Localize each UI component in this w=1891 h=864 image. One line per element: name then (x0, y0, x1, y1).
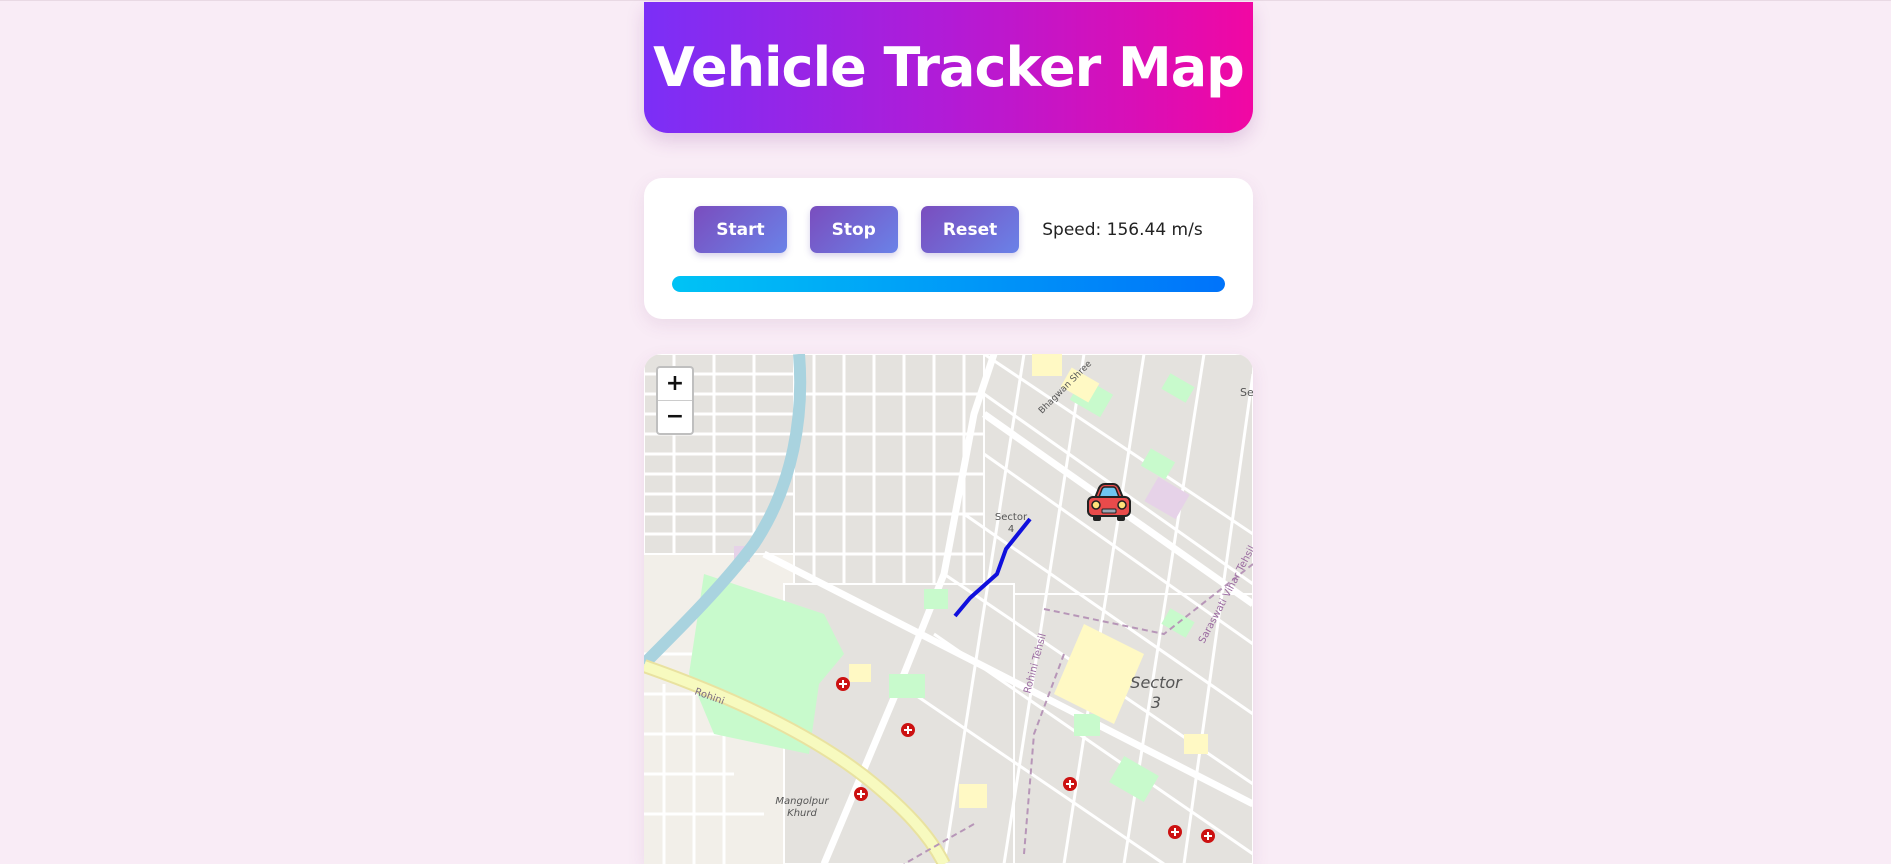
hospital-marker-icon (1063, 777, 1077, 791)
zoom-control: + − (656, 366, 694, 435)
label-sec-edge: Sec (1240, 386, 1253, 399)
label-sector4-line2: 4 (1008, 524, 1014, 535)
zoom-out-button[interactable]: − (658, 400, 692, 433)
progress-bar (672, 276, 1225, 292)
hospital-marker-icon (836, 677, 850, 691)
label-mangolpur-line1: Mangolpur (775, 796, 829, 807)
hospital-marker-icon (1201, 829, 1215, 843)
label-sector3-line2: 3 (1151, 693, 1161, 712)
top-divider (0, 0, 1891, 1)
zoom-in-button[interactable]: + (658, 368, 692, 400)
button-row: Start Stop Reset Speed: 156.44 m/s (644, 206, 1253, 253)
page-title: Vehicle Tracker Map (653, 36, 1245, 99)
map-tiles[interactable]: Sector 4 Sector 3 Sec Bhagwan Shree Rohi… (644, 354, 1253, 864)
hospital-marker-icon (901, 723, 915, 737)
reset-button[interactable]: Reset (920, 206, 1020, 253)
label-sector3-line1: Sector (1130, 673, 1183, 692)
page: Vehicle Tracker Map Start Stop Reset Spe… (0, 0, 1891, 864)
label-mangolpur-line2: Khurd (787, 808, 817, 819)
speed-readout: Speed: 156.44 m/s (1042, 219, 1203, 240)
progress-fill (672, 276, 1225, 292)
hospital-marker-icon (854, 787, 868, 801)
stop-button[interactable]: Stop (809, 206, 898, 253)
start-button[interactable]: Start (694, 206, 787, 253)
map-view[interactable]: Sector 4 Sector 3 Sec Bhagwan Shree Rohi… (644, 354, 1253, 864)
header-banner: Vehicle Tracker Map (644, 2, 1253, 133)
hospital-marker-icon (1168, 825, 1182, 839)
label-sector4-line1: Sector (995, 512, 1028, 523)
controls-panel: Start Stop Reset Speed: 156.44 m/s (644, 178, 1253, 319)
car-icon[interactable] (1085, 482, 1133, 522)
